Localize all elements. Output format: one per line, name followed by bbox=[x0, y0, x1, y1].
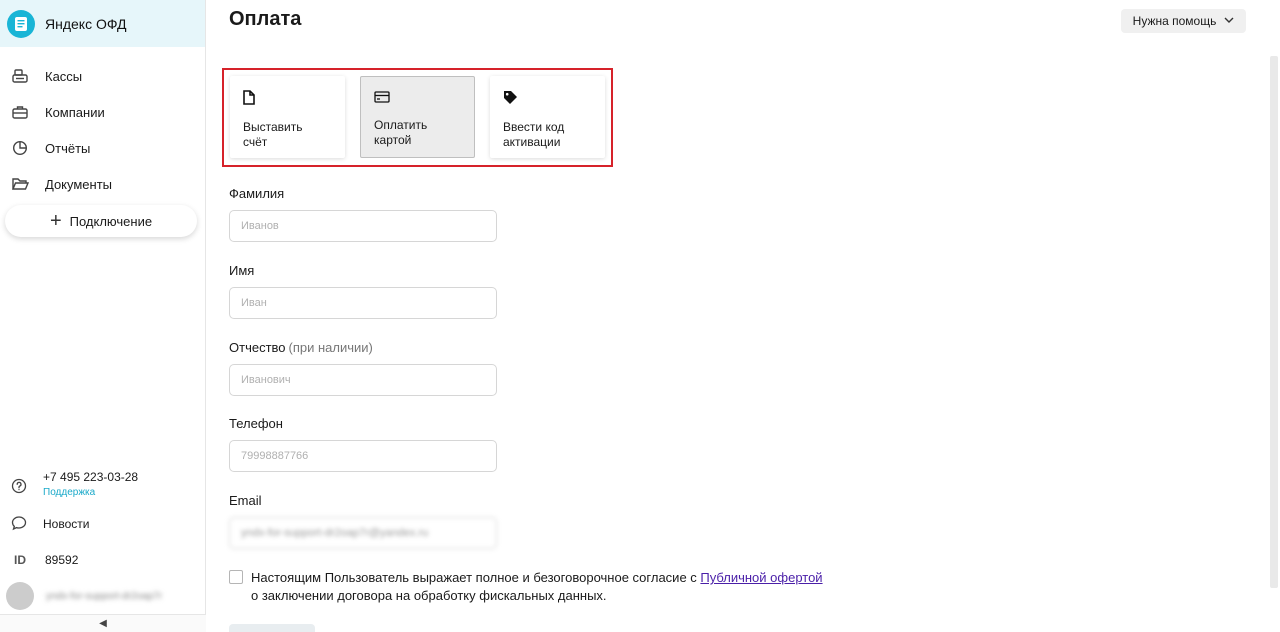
public-offer-link[interactable]: Публичной офертой bbox=[700, 570, 822, 585]
middle-name-label-row: Отчество (при наличии) bbox=[229, 340, 373, 355]
phone-field[interactable] bbox=[229, 440, 497, 472]
briefcase-icon bbox=[11, 103, 29, 121]
sidebar: Яндекс ОФД Кассы Компании Отчёты Докумен… bbox=[0, 0, 206, 632]
submit-button[interactable] bbox=[229, 624, 315, 632]
scrollbar[interactable] bbox=[1270, 56, 1278, 588]
last-name-field[interactable] bbox=[229, 210, 497, 242]
support-phone[interactable]: +7 495 223-03-28 bbox=[43, 470, 138, 484]
consent-checkbox[interactable] bbox=[229, 570, 243, 584]
payment-method-label: Выставить счёт bbox=[243, 120, 303, 149]
consent-text: Настоящим Пользователь выражает полное и… bbox=[251, 569, 823, 605]
consent-text-before: Настоящим Пользователь выражает полное и… bbox=[251, 570, 701, 585]
payment-method-card[interactable]: Оплатить картой bbox=[360, 76, 475, 158]
account-id-value: 89592 bbox=[45, 553, 79, 567]
plus-icon: + bbox=[49, 210, 62, 232]
sidebar-item-label: Отчёты bbox=[45, 140, 91, 156]
sidebar-bottom: +7 495 223-03-28 Поддержка Новости ID 89… bbox=[0, 466, 206, 614]
sidebar-item-cash-registers[interactable]: Кассы bbox=[0, 58, 205, 94]
help-dropdown-button[interactable]: Нужна помощь bbox=[1121, 9, 1246, 33]
sidebar-item-label: Документы bbox=[45, 176, 113, 192]
app-title: Яндекс ОФД bbox=[45, 15, 127, 32]
consent-text-after: о заключении договора на обработку фиска… bbox=[251, 588, 607, 603]
sidebar-header: Яндекс ОФД bbox=[0, 0, 205, 47]
payment-method-label: Ввести код активации bbox=[503, 120, 565, 149]
help-button-label: Нужна помощь bbox=[1132, 14, 1217, 28]
sidebar-item-label: Кассы bbox=[45, 68, 83, 84]
first-name-field[interactable] bbox=[229, 287, 497, 319]
folder-icon bbox=[11, 175, 29, 193]
sidebar-item-reports[interactable]: Отчёты bbox=[0, 130, 205, 166]
middle-name-field[interactable] bbox=[229, 364, 497, 396]
user-profile[interactable]: yndx-for-support-dr2oap7r bbox=[0, 578, 206, 614]
cash-register-icon bbox=[11, 67, 29, 85]
payment-method-activation-code[interactable]: Ввести код активации bbox=[490, 76, 605, 158]
tag-icon bbox=[503, 91, 518, 108]
payment-method-invoice[interactable]: Выставить счёт bbox=[230, 76, 345, 158]
email-label: Email bbox=[229, 493, 262, 508]
email-field[interactable] bbox=[229, 517, 497, 549]
avatar bbox=[6, 582, 34, 610]
user-name: yndx-for-support-dr2oap7r bbox=[46, 590, 163, 602]
main-content: Оплата Нужна помощь Выставить счёт Оплат… bbox=[207, 0, 1280, 632]
last-name-label: Фамилия bbox=[229, 186, 285, 201]
chevron-down-icon bbox=[1224, 16, 1234, 27]
triangle-left-icon: ◀ bbox=[99, 618, 107, 629]
collapse-sidebar-button[interactable]: ◀ bbox=[0, 614, 206, 632]
yandex-ofd-logo-icon[interactable] bbox=[7, 9, 35, 38]
support-block[interactable]: +7 495 223-03-28 Поддержка bbox=[0, 466, 206, 506]
card-icon bbox=[374, 91, 390, 106]
sidebar-item-label: Компании bbox=[45, 104, 105, 120]
account-id-row: ID 89592 bbox=[0, 542, 206, 578]
payment-method-label: Оплатить картой bbox=[374, 118, 428, 147]
middle-name-hint: (при наличии) bbox=[288, 340, 373, 355]
page-title: Оплата bbox=[229, 8, 302, 30]
sidebar-item-companies[interactable]: Компании bbox=[0, 94, 205, 130]
support-link[interactable]: Поддержка bbox=[43, 487, 138, 498]
payment-methods: Выставить счёт Оплатить картой Ввести ко… bbox=[222, 68, 613, 167]
id-label: ID bbox=[14, 553, 26, 567]
middle-name-label: Отчество bbox=[229, 340, 286, 355]
sidebar-nav: Кассы Компании Отчёты Документы + Подклю… bbox=[0, 58, 205, 237]
first-name-label: Имя bbox=[229, 263, 255, 278]
connect-button-label: Подключение bbox=[69, 213, 153, 229]
sidebar-item-documents[interactable]: Документы bbox=[0, 166, 205, 202]
pie-chart-icon bbox=[11, 139, 29, 157]
news-label: Новости bbox=[43, 517, 90, 531]
chat-bubble-icon bbox=[11, 515, 27, 534]
sidebar-item-news[interactable]: Новости bbox=[0, 506, 206, 542]
phone-label: Телефон bbox=[229, 416, 283, 431]
consent-block: Настоящим Пользователь выражает полное и… bbox=[229, 569, 823, 605]
question-circle-icon bbox=[11, 478, 27, 499]
document-icon bbox=[243, 90, 255, 108]
connect-button[interactable]: + Подключение bbox=[5, 205, 197, 237]
